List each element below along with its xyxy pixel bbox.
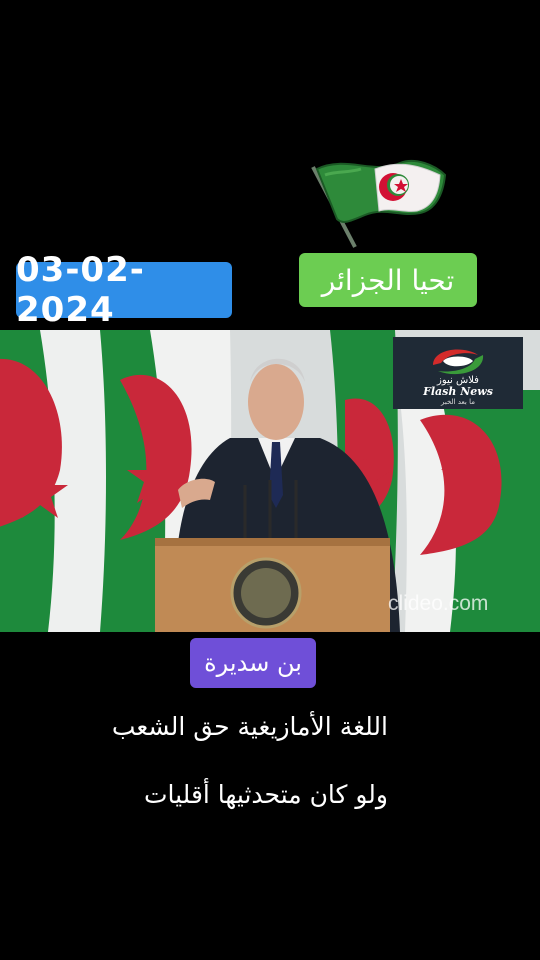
logo-english-text: Flash News [423, 385, 493, 398]
podium [155, 538, 390, 632]
video-frame[interactable]: فلاش نيوز Flash News ما بعد الخبر clideo… [0, 330, 540, 632]
flag-left-1 [0, 330, 118, 632]
caption-line-1: اللغة الأمازيغية حق الشعب [111, 712, 388, 741]
flash-news-emblem [433, 349, 484, 375]
slogan-tag: تحيا الجزائر [299, 253, 477, 307]
algerian-flag-icon [311, 159, 447, 248]
date-tag: 03-02-2024 [16, 250, 232, 330]
logo-tagline: ما بعد الخبر [441, 398, 475, 406]
watermark-text: clideo.com [388, 592, 489, 615]
flash-news-logo-icon: فلاش نيوز Flash News ما بعد الخبر [393, 337, 523, 409]
caption-line-2: ولو كان متحدثيها أقليات [143, 780, 388, 809]
name-tag: بن سديرة [190, 638, 316, 688]
